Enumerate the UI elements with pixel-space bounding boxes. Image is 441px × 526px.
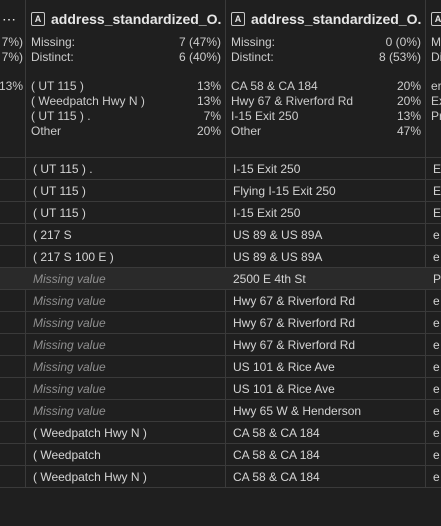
- address-cell[interactable]: Hwy 67 & Riverford Rd: [233, 334, 423, 356]
- partial-cell[interactable]: e: [433, 400, 441, 422]
- freq-item: ( UT 115 ) 13%: [31, 79, 221, 93]
- address-cell[interactable]: Flying I-15 Exit 250: [233, 180, 423, 202]
- distinct-stat: Distinct: 8 (53%): [231, 50, 421, 64]
- address-cell[interactable]: ( Weedpatch Hwy N ): [33, 466, 223, 488]
- missing-value-cell[interactable]: Missing value: [33, 290, 223, 312]
- col0-missing-stat: 7%): [1, 35, 23, 49]
- col0-freq-stat: 13%: [0, 79, 23, 93]
- table-row[interactable]: Missing value Hwy 65 W & Henderson e: [0, 400, 441, 422]
- freq-item: Hwy 67 & Riverford Rd 20%: [231, 94, 421, 108]
- address-cell[interactable]: ( UT 115 ): [33, 180, 223, 202]
- partial-cell[interactable]: e: [433, 444, 441, 466]
- partial-cell[interactable]: e: [433, 356, 441, 378]
- missing-stat: Missing: 7 (47%): [31, 35, 221, 49]
- address-cell[interactable]: ( UT 115 ): [33, 202, 223, 224]
- partial-cell[interactable]: E: [433, 202, 441, 224]
- address-cell[interactable]: US 101 & Rice Ave: [233, 356, 423, 378]
- table-row[interactable]: ( UT 115 ) Flying I-15 Exit 250 E: [0, 180, 441, 202]
- table-row[interactable]: ( 217 S US 89 & US 89A e: [0, 224, 441, 246]
- address-cell[interactable]: I-15 Exit 250: [233, 202, 423, 224]
- address-cell[interactable]: I-15 Exit 250: [233, 158, 423, 180]
- address-cell[interactable]: ( Weedpatch Hwy N ): [33, 422, 223, 444]
- table-row[interactable]: ( Weedpatch Hwy N ) CA 58 & CA 184 e: [0, 422, 441, 444]
- ellipsis-icon[interactable]: ⋯: [2, 11, 16, 28]
- missing-value-cell[interactable]: Missing value: [33, 334, 223, 356]
- text-type-icon: A: [231, 12, 245, 26]
- address-cell[interactable]: ( 217 S: [33, 224, 223, 246]
- distinct-stat: Di: [431, 50, 441, 64]
- freq-item: ( UT 115 ) . 7%: [31, 109, 221, 123]
- address-cell[interactable]: ( Weedpatch: [33, 444, 223, 466]
- address-cell[interactable]: US 89 & US 89A: [233, 246, 423, 268]
- partial-cell[interactable]: e: [433, 422, 441, 444]
- partial-cell[interactable]: E: [433, 180, 441, 202]
- col0-distinct-stat: 7%): [1, 50, 23, 64]
- table-row[interactable]: Missing value US 101 & Rice Ave e: [0, 378, 441, 400]
- freq-item-other: Other 20%: [31, 124, 221, 138]
- missing-value-cell[interactable]: Missing value: [33, 312, 223, 334]
- address-cell[interactable]: CA 58 & CA 184: [233, 422, 423, 444]
- distinct-stat: Distinct: 6 (40%): [31, 50, 221, 64]
- address-cell[interactable]: 2500 E 4th St: [233, 268, 423, 290]
- partial-cell[interactable]: e: [433, 334, 441, 356]
- partial-cell[interactable]: E: [433, 158, 441, 180]
- address-cell[interactable]: ( UT 115 ) .: [33, 158, 223, 180]
- freq-item: ( Weedpatch Hwy N ) 13%: [31, 94, 221, 108]
- address-cell[interactable]: CA 58 & CA 184: [233, 444, 423, 466]
- address-cell[interactable]: US 89 & US 89A: [233, 224, 423, 246]
- table-row[interactable]: ( UT 115 ) I-15 Exit 250 E: [0, 202, 441, 224]
- table-row[interactable]: ( UT 115 ) . I-15 Exit 250 E: [0, 158, 441, 180]
- table-row[interactable]: ( Weedpatch Hwy N ) CA 58 & CA 184 e: [0, 466, 441, 488]
- partial-cell[interactable]: P: [433, 268, 441, 290]
- partial-cell[interactable]: e: [433, 290, 441, 312]
- table-row[interactable]: ( Weedpatch CA 58 & CA 184 e: [0, 444, 441, 466]
- column-menu-button[interactable]: ⋯: [2, 9, 24, 29]
- text-type-icon: A: [31, 12, 45, 26]
- text-type-icon: A: [431, 12, 441, 26]
- table-row[interactable]: Missing value 2500 E 4th St P: [0, 268, 441, 290]
- address-cell[interactable]: CA 58 & CA 184: [233, 466, 423, 488]
- missing-stat: M: [431, 35, 441, 49]
- freq-item: Pr: [431, 109, 441, 123]
- address-cell[interactable]: ( 217 S 100 E ): [33, 246, 223, 268]
- table-row[interactable]: Missing value Hwy 67 & Riverford Rd e: [0, 312, 441, 334]
- missing-stat: Missing: 0 (0%): [231, 35, 421, 49]
- partial-cell[interactable]: e: [433, 378, 441, 400]
- missing-value-cell[interactable]: Missing value: [33, 400, 223, 422]
- freq-item: CA 58 & CA 184 20%: [231, 79, 421, 93]
- freq-item: Ex: [431, 94, 441, 108]
- column-header-address-1[interactable]: A address_standardized_O...: [31, 9, 221, 29]
- freq-item: er: [431, 79, 441, 93]
- missing-value-cell[interactable]: Missing value: [33, 378, 223, 400]
- address-cell[interactable]: Hwy 65 W & Henderson: [233, 400, 423, 422]
- partial-cell[interactable]: e: [433, 312, 441, 334]
- address-cell[interactable]: US 101 & Rice Ave: [233, 378, 423, 400]
- table-row[interactable]: Missing value Hwy 67 & Riverford Rd e: [0, 334, 441, 356]
- table-row[interactable]: ( 217 S 100 E ) US 89 & US 89A e: [0, 246, 441, 268]
- missing-value-cell[interactable]: Missing value: [33, 356, 223, 378]
- address-cell[interactable]: Hwy 67 & Riverford Rd: [233, 312, 423, 334]
- column-header-address-2[interactable]: A address_standardized_O...: [231, 9, 421, 29]
- data-grid: ⋯ 7%) 7%) 13% A address_standardized_O..…: [0, 0, 441, 526]
- table-row[interactable]: Missing value US 101 & Rice Ave e: [0, 356, 441, 378]
- column-title: address_standardized_O...: [251, 11, 421, 27]
- partial-cell[interactable]: e: [433, 246, 441, 268]
- freq-item: I-15 Exit 250 13%: [231, 109, 421, 123]
- partial-cell[interactable]: e: [433, 466, 441, 488]
- missing-value-cell[interactable]: Missing value: [33, 268, 223, 290]
- freq-item-other: Other 47%: [231, 124, 421, 138]
- column-header-partial[interactable]: A: [431, 9, 441, 29]
- column-title: address_standardized_O...: [51, 11, 221, 27]
- partial-cell[interactable]: e: [433, 224, 441, 246]
- table-row[interactable]: Missing value Hwy 67 & Riverford Rd e: [0, 290, 441, 312]
- address-cell[interactable]: Hwy 67 & Riverford Rd: [233, 290, 423, 312]
